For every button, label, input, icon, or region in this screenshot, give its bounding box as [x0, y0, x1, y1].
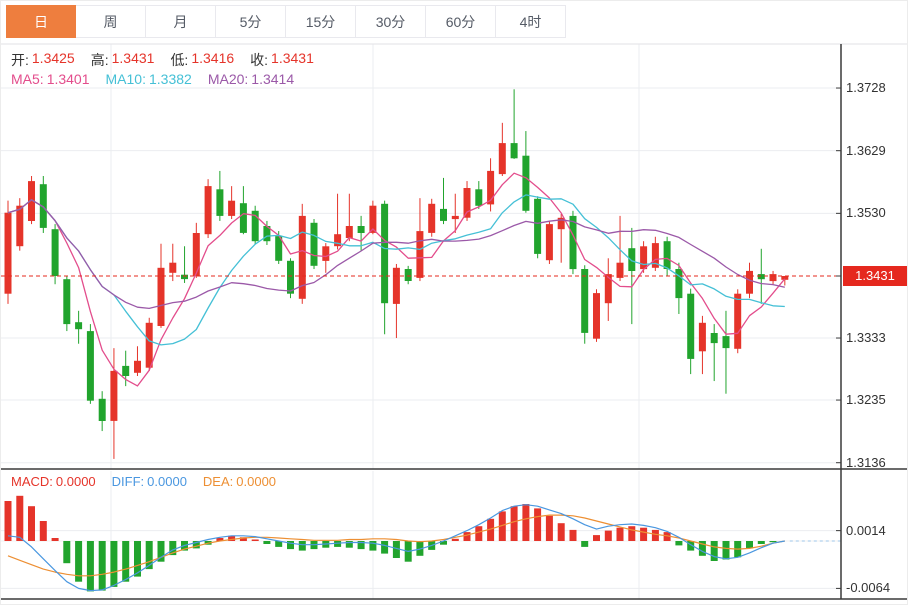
price-axis-tick: 1.3728 — [846, 80, 886, 95]
open-value: 1.3425 — [32, 50, 75, 70]
ma20-label: MA20: — [208, 71, 248, 87]
low-readout: 低: 1.3416 — [170, 50, 234, 70]
macd-label: MACD: — [11, 474, 53, 489]
tab-60min[interactable]: 60分 — [426, 5, 496, 38]
macd-value: 0.0000 — [56, 474, 96, 489]
tab-5min[interactable]: 5分 — [216, 5, 286, 38]
diff-value: 0.0000 — [147, 474, 187, 489]
macd-value-readout: MACD: 0.0000 — [11, 474, 96, 489]
diff-label: DIFF: — [112, 474, 145, 489]
open-label: 开: — [11, 50, 29, 70]
low-value: 1.3416 — [191, 50, 234, 70]
price-axis-tick: 1.3530 — [846, 205, 886, 220]
open-readout: 开: 1.3425 — [11, 50, 75, 70]
ma5-value: 1.3401 — [47, 71, 90, 87]
kline-chart-app: 日周月5分15分30分60分4时 开: 1.3425 高: 1.3431 低: … — [0, 0, 908, 605]
price-axis-tick: 1.3136 — [846, 455, 886, 470]
ma20-value: 1.3414 — [251, 71, 294, 87]
price-axis-tick: 1.3629 — [846, 143, 886, 158]
ma5-readout: MA5: 1.3401 — [11, 71, 90, 87]
ma20-readout: MA20: 1.3414 — [208, 71, 294, 87]
last-price-tag: 1.3431 — [843, 266, 907, 286]
close-value: 1.3431 — [271, 50, 314, 70]
high-readout: 高: 1.3431 — [91, 50, 155, 70]
ma-readout: MA5: 1.3401 MA10: 1.3382 MA20: 1.3414 — [11, 71, 294, 87]
high-value: 1.3431 — [112, 50, 155, 70]
diff-readout: DIFF: 0.0000 — [112, 474, 187, 489]
timeframe-tabbar: 日周月5分15分30分60分4时 — [6, 5, 566, 38]
low-label: 低: — [170, 50, 188, 70]
dea-readout: DEA: 0.0000 — [203, 474, 276, 489]
macd-axis-tick: 0.0014 — [846, 523, 886, 538]
close-readout: 收: 1.3431 — [250, 50, 314, 70]
macd-readout: MACD: 0.0000 DIFF: 0.0000 DEA: 0.0000 — [11, 474, 276, 489]
ma5-label: MA5: — [11, 71, 44, 87]
high-label: 高: — [91, 50, 109, 70]
ma10-readout: MA10: 1.3382 — [106, 71, 192, 87]
ma10-label: MA10: — [106, 71, 146, 87]
tab-4hour[interactable]: 4时 — [496, 5, 566, 38]
dea-label: DEA: — [203, 474, 233, 489]
dea-value: 0.0000 — [236, 474, 276, 489]
ohlc-readout: 开: 1.3425 高: 1.3431 低: 1.3416 收: 1.3431 — [11, 50, 314, 70]
price-axis-tick: 1.3333 — [846, 330, 886, 345]
tab-week[interactable]: 周 — [76, 5, 146, 38]
tab-month[interactable]: 月 — [146, 5, 216, 38]
chart-canvas[interactable] — [1, 1, 908, 605]
price-axis-tick: 1.3235 — [846, 392, 886, 407]
ma10-value: 1.3382 — [149, 71, 192, 87]
tab-30min[interactable]: 30分 — [356, 5, 426, 38]
close-label: 收: — [250, 50, 268, 70]
tab-day[interactable]: 日 — [6, 5, 76, 38]
tab-15min[interactable]: 15分 — [286, 5, 356, 38]
macd-axis-tick: -0.0064 — [846, 580, 890, 595]
